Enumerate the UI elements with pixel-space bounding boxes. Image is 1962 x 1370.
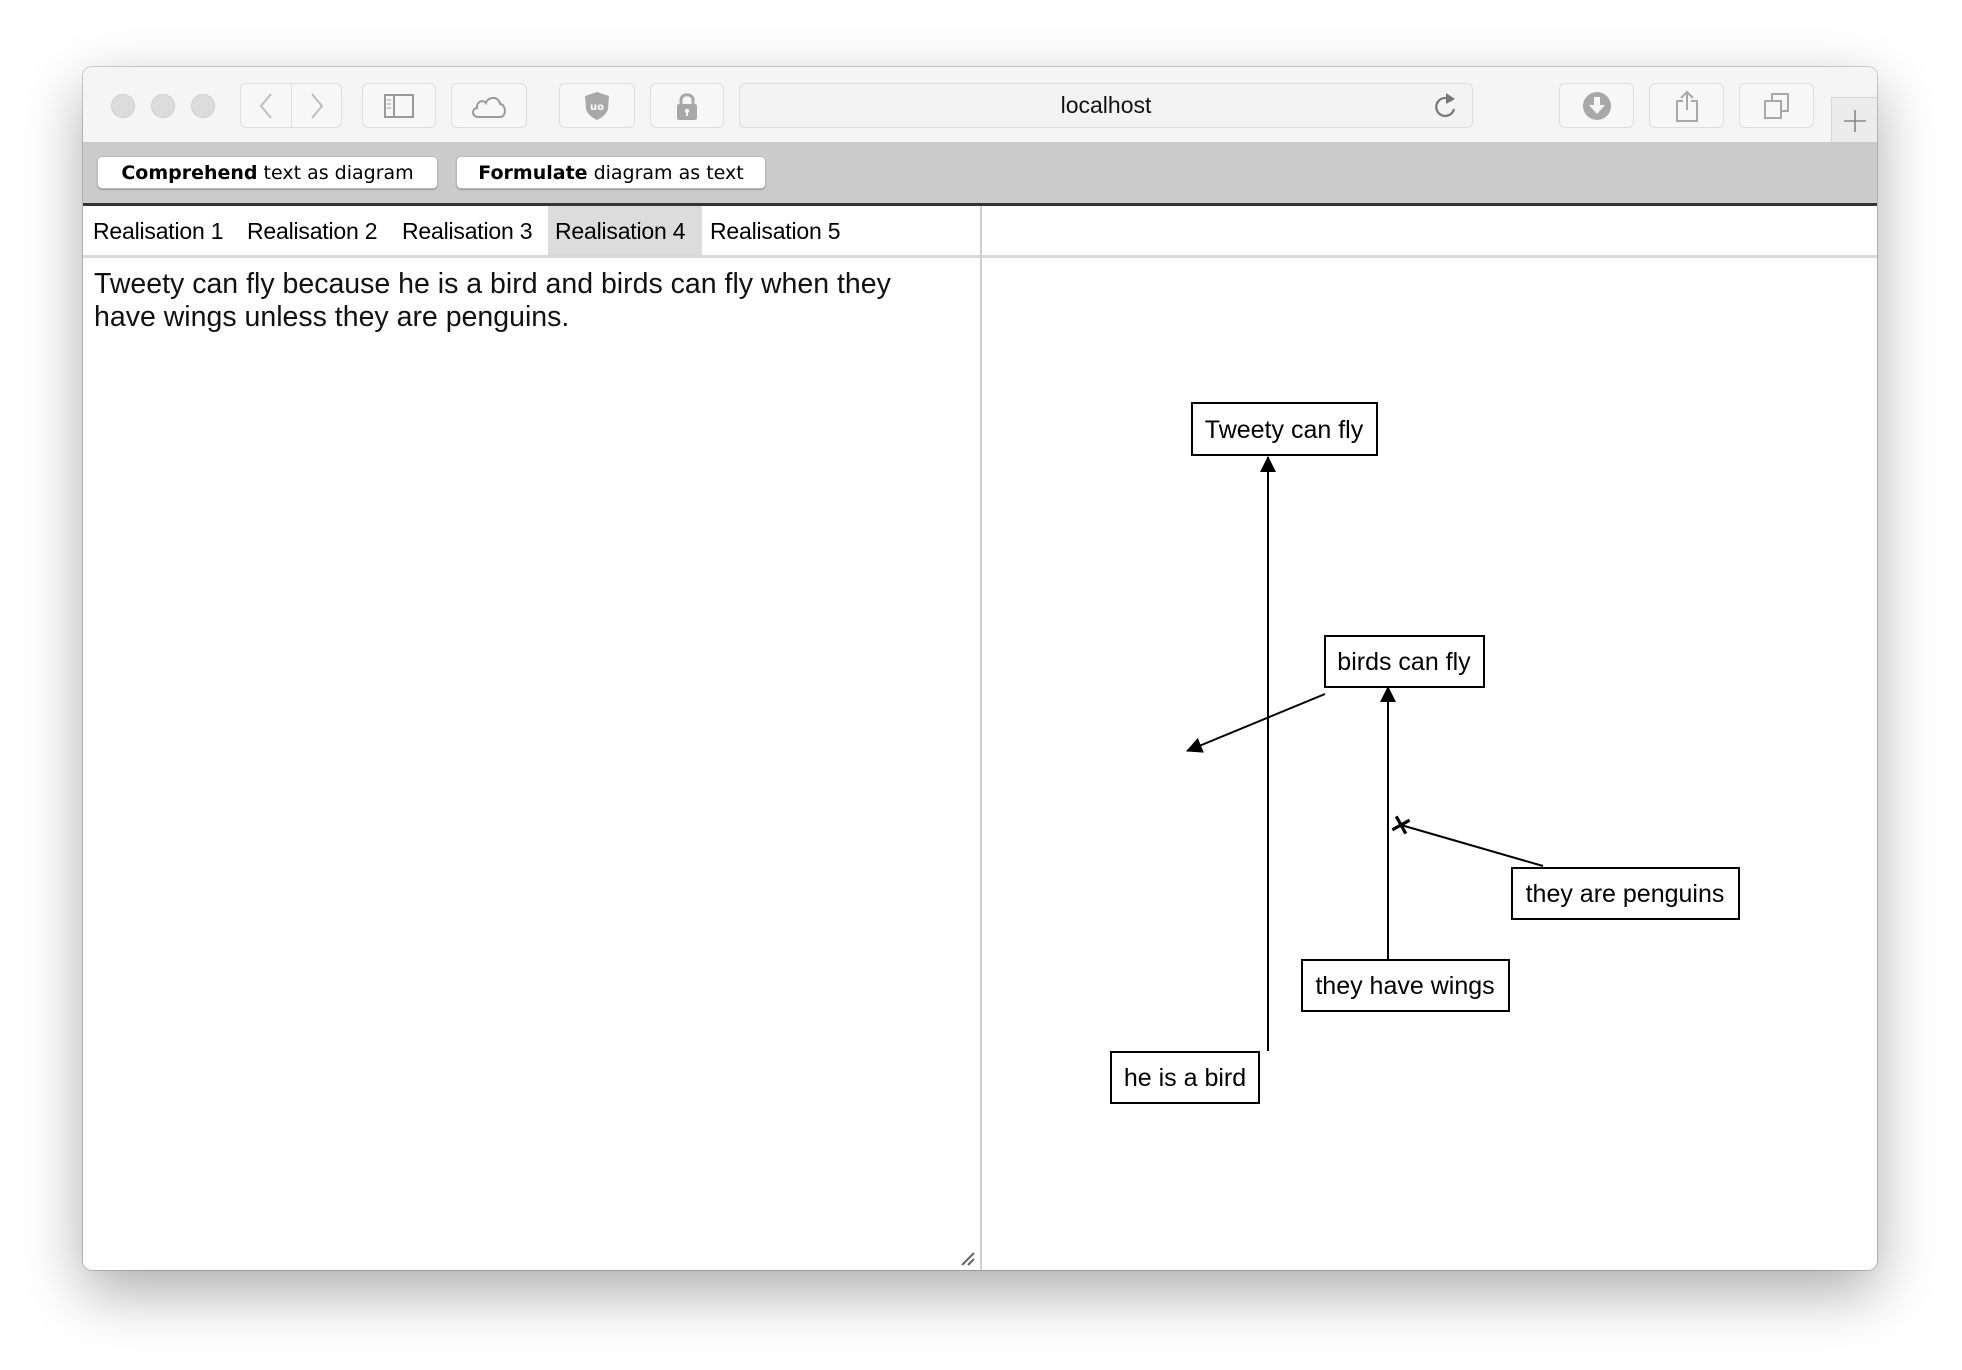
browser-window: uo localhost Comprehend text as diagram … [83,67,1877,1270]
action-bar: Comprehend text as diagram Formulate diagr… [83,142,1877,206]
edge-penguins-attack[interactable] [1400,824,1544,867]
tabs-icon [1763,92,1789,119]
privacy-lock-button[interactable] [650,83,724,128]
node-birds-can-fly[interactable]: birds can fly [1324,635,1485,688]
back-button[interactable] [240,83,292,128]
minimize-window-button[interactable] [151,94,175,118]
url-text[interactable]: localhost [740,84,1472,127]
comprehend-label: text as diagram [263,161,414,184]
attack-cross-icon [1391,815,1411,835]
new-tab-button[interactable] [1831,97,1877,143]
node-label: birds can fly [1337,648,1471,676]
node-label: they are penguins [1526,880,1725,908]
lock-icon [677,92,697,120]
show-tabs-button[interactable] [1739,83,1814,128]
edge-birds-to-inference[interactable] [1186,693,1326,753]
formulate-button[interactable]: Formulate diagram as text [456,156,766,189]
cloud-icon [472,96,506,118]
ublock-button[interactable]: uo [559,83,635,128]
node-tweety-can-fly[interactable]: Tweety can fly [1191,402,1378,456]
realisation-tabs: Realisation 1 Realisation 2 Realisation … [83,206,980,258]
argument-text-input[interactable]: Tweety can fly because he is a bird and … [83,258,980,1268]
node-label: he is a bird [1124,1064,1246,1092]
tab-realisation-4[interactable]: Realisation 4 [548,206,702,255]
svg-text:uo: uo [590,102,604,113]
address-bar[interactable]: localhost [739,83,1473,128]
download-icon [1582,91,1611,120]
resize-handle-icon[interactable] [960,1251,976,1267]
share-button[interactable] [1649,83,1724,128]
formulate-bold-label: Formulate [478,161,588,184]
sidebar-button[interactable] [362,83,436,128]
comprehend-bold-label: Comprehend [121,161,258,184]
node-they-have-wings[interactable]: they have wings [1301,959,1510,1012]
node-label: they have wings [1315,972,1494,1000]
argument-diagram: Tweety can fly birds can fly they are pe… [1110,402,1740,1104]
sidebar-icon [384,93,414,118]
node-label: Tweety can fly [1205,416,1364,444]
downloads-button[interactable] [1559,83,1634,128]
reload-icon[interactable] [1432,92,1458,120]
tab-realisation-1[interactable]: Realisation 1 [86,206,230,255]
ublock-shield-icon: uo [585,91,609,120]
share-icon [1675,90,1698,122]
node-he-is-a-bird[interactable]: he is a bird [1110,1051,1260,1104]
node-they-are-penguins[interactable]: they are penguins [1511,867,1740,920]
zoom-window-button[interactable] [191,94,215,118]
browser-toolbar: uo localhost [83,67,1877,143]
forward-button[interactable] [291,83,342,128]
diagram-pane: Tweety can fly birds can fly they are pe… [982,206,1877,1270]
plus-icon [1843,109,1866,132]
formulate-label: diagram as text [593,161,744,184]
tab-realisation-2[interactable]: Realisation 2 [240,206,384,255]
text-pane: Realisation 1 Realisation 2 Realisation … [83,206,982,1270]
close-window-button[interactable] [111,94,135,118]
icloud-tabs-button[interactable] [451,83,527,128]
comprehend-button[interactable]: Comprehend text as diagram [97,156,438,189]
tab-realisation-3[interactable]: Realisation 3 [395,206,539,255]
chevron-left-icon [259,92,272,119]
chevron-right-icon [310,92,323,119]
tab-realisation-5[interactable]: Realisation 5 [703,206,847,255]
